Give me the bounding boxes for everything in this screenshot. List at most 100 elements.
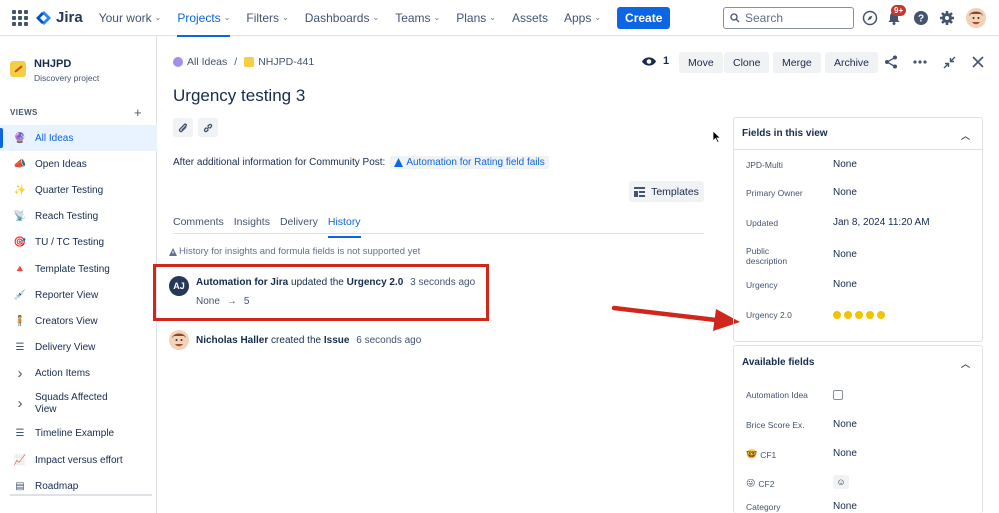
sidebar-item-label: TU / TC Testing	[35, 237, 105, 249]
automation-idea-checkbox[interactable]	[833, 390, 843, 400]
collapse-icon[interactable]	[940, 53, 958, 71]
sidebar-scrollbar[interactable]	[10, 494, 152, 496]
watch-button[interactable]: 1	[641, 55, 669, 67]
breadcrumb-issue-key[interactable]: NHJPD-441	[258, 56, 314, 68]
history-note-text: History for insights and formula fields …	[179, 246, 421, 257]
nav-filters[interactable]: Filters ⌄	[246, 0, 288, 36]
description[interactable]: After additional information for Communi…	[173, 156, 549, 169]
add-view-plus-icon[interactable]: +	[134, 105, 142, 120]
user-avatar[interactable]	[966, 8, 986, 28]
settings-gear-icon[interactable]	[938, 9, 956, 27]
tab-comments[interactable]: Comments	[173, 216, 224, 233]
sidebar-item-timeline-example[interactable]: ☰ Timeline Example	[0, 421, 157, 447]
field-value: None	[833, 159, 857, 170]
linked-issue-link[interactable]: Automation for Rating field fails	[390, 156, 549, 169]
history-actor[interactable]: Nicholas Haller	[196, 335, 268, 346]
archive-button[interactable]: Archive	[825, 52, 879, 73]
sidebar-item-quarter-testing[interactable]: ✨ Quarter Testing	[0, 177, 157, 203]
tab-delivery[interactable]: Delivery	[280, 216, 318, 233]
breadcrumb-parent[interactable]: All Ideas	[187, 56, 227, 68]
compass-icon[interactable]	[861, 9, 879, 27]
merge-button[interactable]: Merge	[773, 52, 821, 73]
nav-assets[interactable]: Assets	[512, 0, 548, 36]
app-switcher-icon[interactable]	[12, 9, 28, 26]
project-icon	[10, 61, 26, 77]
chevron-up-icon[interactable]: ︿	[961, 129, 970, 142]
sidebar-item-impact-versus-effort[interactable]: 📈 Impact versus effort	[0, 447, 157, 473]
sidebar-item-squads-affected-view[interactable]: › Squads Affected View	[0, 387, 157, 421]
crystal-ball-icon: 🔮	[13, 132, 27, 144]
views-header: VIEWS	[10, 108, 38, 117]
cone-icon: 🔺	[13, 263, 27, 275]
chevron-right-icon: ›	[17, 365, 23, 383]
chevron-up-icon[interactable]: ︿	[961, 357, 970, 370]
link-icon[interactable]	[198, 118, 218, 137]
tab-insights[interactable]: Insights	[234, 216, 270, 233]
brand-name: Jira	[56, 9, 83, 26]
nav-label: Teams	[395, 10, 431, 25]
field-value: None	[833, 187, 857, 198]
more-actions-icon[interactable]	[911, 53, 929, 71]
description-text: After additional information for Communi…	[173, 157, 386, 168]
add-emoji-icon[interactable]: ☺	[833, 475, 849, 489]
chevron-down-icon: ⌄	[282, 13, 289, 22]
rating-dot	[833, 311, 841, 319]
urgency-rating[interactable]	[833, 311, 885, 319]
history-verb: created the	[271, 335, 322, 346]
jira-logo[interactable]: Jira	[36, 9, 83, 26]
page-title[interactable]: Urgency testing 3	[173, 86, 305, 106]
nav-projects[interactable]: Projects ⌄	[177, 0, 231, 37]
search-input[interactable]: Search	[723, 7, 854, 29]
field-value: Jan 8, 2024 11:20 AM	[833, 217, 930, 228]
help-icon[interactable]: ?	[912, 9, 930, 27]
sidebar-item-creators-view[interactable]: 🧍 Creators View	[0, 308, 157, 334]
share-icon[interactable]	[882, 53, 900, 71]
nav-dashboards[interactable]: Dashboards ⌄	[305, 0, 379, 36]
sidebar-item-delivery-view[interactable]: ☰ Delivery View	[0, 335, 157, 361]
project-type: Discovery project	[34, 73, 100, 83]
avatar	[169, 330, 189, 350]
sidebar-item-label: Impact versus effort	[35, 454, 123, 466]
satellite-icon: 📡	[13, 211, 27, 223]
linked-issue-title: Automation for Rating field fails	[406, 157, 545, 168]
breadcrumb: All Ideas / NHJPD-441	[173, 56, 314, 68]
sparkle-icon: ✨	[13, 184, 27, 196]
templates-button[interactable]: Templates	[629, 181, 704, 202]
nav-plans[interactable]: Plans ⌄	[456, 0, 496, 36]
nav-label: Filters	[246, 10, 280, 25]
sidebar-item-reporter-view[interactable]: 💉 Reporter View	[0, 282, 157, 308]
project-name: NHJPD	[34, 58, 72, 70]
emoji-icon: 🤓	[746, 449, 758, 459]
field-value: None	[833, 448, 857, 459]
history-field: Issue	[323, 335, 350, 346]
sidebar-item-action-items[interactable]: › Action Items	[0, 361, 157, 387]
attachment-icon[interactable]	[173, 118, 193, 137]
nav-teams[interactable]: Teams ⌄	[395, 0, 440, 36]
sidebar-item-tu-tc-testing[interactable]: 🎯 TU / TC Testing	[0, 230, 157, 256]
sidebar-item-reach-testing[interactable]: 📡 Reach Testing	[0, 204, 157, 230]
field-label: Urgency 2.0	[746, 310, 792, 320]
nav-your-work[interactable]: Your work ⌄	[99, 0, 162, 36]
clone-button[interactable]: Clone	[724, 52, 770, 73]
chart-icon: 📈	[13, 454, 27, 466]
field-label: JPD-Multi	[746, 160, 783, 170]
sidebar-item-template-testing[interactable]: 🔺 Template Testing	[0, 256, 157, 282]
nav-apps[interactable]: Apps ⌄	[564, 0, 601, 36]
project-header[interactable]: NHJPD Discovery project	[10, 58, 99, 83]
tab-history[interactable]: History	[327, 216, 361, 238]
field-label: Brice Score Ex.	[746, 420, 805, 430]
fields-panel-header[interactable]: Fields in this view ︿	[734, 118, 982, 150]
history-note: History for insights and formula fields …	[169, 246, 420, 257]
sidebar-item-label: All Ideas	[35, 132, 74, 144]
fields-panel-title: Fields in this view	[742, 128, 828, 139]
sidebar-item-open-ideas[interactable]: 📣 Open Ideas	[0, 151, 157, 177]
create-button[interactable]: Create	[617, 6, 671, 29]
nav-label: Plans	[456, 10, 487, 25]
fields-in-view-panel: Fields in this view ︿ JPD-Multi None Prima…	[733, 117, 983, 342]
close-icon[interactable]	[969, 53, 987, 71]
sidebar-item-all-ideas[interactable]: 🔮 All Ideas	[0, 125, 157, 152]
sidebar-item-label: Quarter Testing	[35, 184, 104, 196]
available-panel-header[interactable]: Available fields ︿	[734, 346, 982, 378]
view-list: 🔮 All Ideas 📣 Open Ideas ✨ Quarter Testing 📡 Re…	[0, 125, 157, 499]
move-button[interactable]: Move	[679, 52, 723, 73]
